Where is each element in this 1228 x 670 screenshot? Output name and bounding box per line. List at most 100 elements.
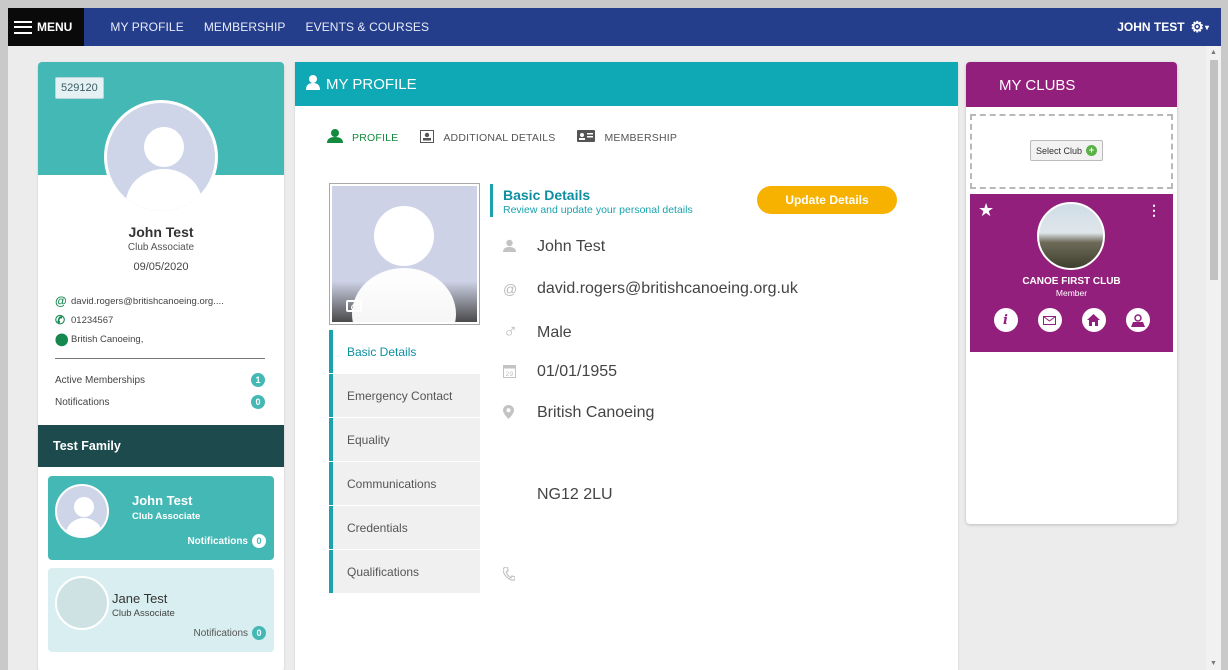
club-logo (1037, 202, 1105, 270)
my-profile-panel: MY PROFILE PROFILE ADDITIONAL DETAILS ME… (295, 62, 958, 670)
user-menu[interactable]: JOHN TEST ⚙ ▾ (1117, 8, 1209, 46)
profile-email-row: @ david.rogers@britishcanoeing.org.... (55, 294, 224, 308)
side-nav-communications[interactable]: Communications (329, 462, 480, 505)
email-icon[interactable] (1037, 308, 1062, 332)
profile-tabs: PROFILE ADDITIONAL DETAILS MEMBERSHIP (327, 128, 699, 147)
phone-icon (502, 566, 537, 584)
avatar (55, 576, 109, 630)
family-member-card[interactable]: Jane Test Club Associate Notifications 0 (48, 568, 274, 652)
side-nav-equality[interactable]: Equality (329, 418, 480, 461)
detail-postcode: NG12 2LU (537, 486, 613, 503)
chevron-down-icon: ▾ (1204, 22, 1209, 32)
family-member-name: Jane Test (112, 591, 168, 606)
my-clubs-panel: MY CLUBS Select Club + ★ ⋮ CANOE FIRST C… (966, 62, 1177, 524)
detail-name: John Test (537, 238, 606, 255)
profile-date: 09/05/2020 (133, 261, 189, 273)
profile-phone: 01234567 (71, 314, 114, 326)
side-nav-qualifications[interactable]: Qualifications (329, 550, 480, 593)
detail-email-row: @ david.rogers@britishcanoeing.org.uk (503, 280, 798, 298)
menu-label: MENU (37, 20, 73, 34)
profile-location: British Canoeing, (71, 333, 144, 345)
notifications-badge: 0 (252, 626, 266, 640)
family-member-role: Club Associate (132, 511, 201, 522)
family-member-notifications: Notifications 0 (187, 534, 266, 548)
select-club-button[interactable]: Select Club + (1030, 140, 1104, 161)
gear-icon: ⚙ (1190, 19, 1204, 36)
at-icon: @ (503, 281, 518, 297)
tab-label: PROFILE (352, 131, 399, 144)
side-nav-credentials[interactable]: Credentials (329, 506, 480, 549)
family-member-notifications: Notifications 0 (194, 626, 266, 640)
location-person-icon[interactable] (1125, 308, 1150, 332)
at-icon: @ (55, 294, 67, 308)
detail-email: david.rogers@britishcanoeing.org.uk (537, 280, 798, 297)
tab-membership[interactable]: MEMBERSHIP (577, 130, 677, 145)
info-icon[interactable]: i (993, 308, 1018, 332)
notifications-row[interactable]: Notifications 0 (55, 395, 265, 409)
scrollbar-thumb[interactable] (1210, 60, 1218, 280)
section-subtitle: Review and update your personal details (503, 204, 693, 216)
more-options-icon[interactable]: ⋮ (1147, 202, 1161, 219)
select-club-area: Select Club + (970, 114, 1173, 189)
nav-link-membership[interactable]: MEMBERSHIP (204, 20, 286, 34)
family-member-card[interactable]: John Test Club Associate Notifications 0 (48, 476, 274, 560)
app-window: MENU MY PROFILE MEMBERSHIP EVENTS & COUR… (8, 8, 1221, 670)
top-navbar: MENU MY PROFILE MEMBERSHIP EVENTS & COUR… (8, 8, 1221, 46)
vertical-scrollbar[interactable]: ▲ ▼ (1206, 46, 1221, 670)
tab-additional-details[interactable]: ADDITIONAL DETAILS (420, 129, 556, 146)
notifications-badge: 0 (252, 534, 266, 548)
section-title: Basic Details (503, 187, 591, 203)
notifications-label: Notifications (55, 396, 110, 408)
active-memberships-row[interactable]: Active Memberships 1 (55, 373, 265, 387)
active-memberships-label: Active Memberships (55, 374, 146, 386)
notifications-badge: 0 (251, 395, 265, 409)
club-name: CANOE FIRST CLUB (1022, 276, 1121, 287)
user-icon (305, 74, 321, 95)
my-clubs-header: MY CLUBS (966, 62, 1177, 107)
family-member-name: John Test (132, 493, 193, 508)
home-icon[interactable] (1081, 308, 1106, 332)
nav-link-events-courses[interactable]: EVENTS & COURSES (306, 20, 430, 34)
tab-profile[interactable]: PROFILE (327, 128, 398, 147)
detail-address-row: British Canoeing (503, 404, 654, 422)
scroll-up-icon[interactable]: ▲ (1210, 49, 1217, 56)
notifications-label: Notifications (187, 535, 248, 547)
profile-photo[interactable] (329, 183, 480, 325)
family-member-role: Club Associate (112, 608, 175, 619)
avatar-silhouette-icon (126, 127, 202, 211)
hamburger-icon (14, 20, 32, 34)
divider (55, 358, 265, 359)
calendar-icon: 29 (503, 364, 537, 381)
plus-icon: + (1086, 145, 1098, 156)
menu-button[interactable]: MENU (8, 8, 85, 46)
star-icon[interactable]: ★ (978, 200, 994, 221)
detail-address: British Canoeing (537, 404, 655, 421)
club-role: Member (1055, 288, 1088, 298)
avatar (104, 100, 218, 214)
user-name: JOHN TEST (1117, 20, 1185, 34)
scroll-down-icon[interactable]: ▼ (1210, 660, 1217, 667)
active-memberships-badge: 1 (251, 373, 265, 387)
profile-photo-placeholder (332, 186, 477, 322)
member-id-badge: 529120 (55, 77, 104, 99)
camera-icon[interactable] (346, 300, 362, 312)
section-accent-bar (490, 184, 493, 217)
user-icon (327, 128, 343, 147)
user-icon (503, 239, 537, 255)
update-details-button[interactable]: Update Details (757, 186, 897, 214)
profile-email: david.rogers@britishcanoeing.org.... (71, 295, 224, 307)
tab-label: ADDITIONAL DETAILS (443, 131, 556, 144)
club-card[interactable]: ★ ⋮ CANOE FIRST CLUB Member i (970, 194, 1173, 352)
detail-dob: 01/01/1955 (537, 363, 618, 380)
side-nav-basic-details[interactable]: Basic Details (329, 330, 480, 373)
profile-summary-card: 529120 John Test Club Associate 09/05/20… (38, 62, 284, 670)
profile-name: John Test (128, 224, 194, 240)
profile-phone-row: ✆ 01234567 (55, 313, 113, 327)
profile-location-row: ⬤ British Canoeing, (55, 332, 143, 346)
details-side-nav: Basic Details Emergency Contact Equality… (329, 330, 480, 594)
side-nav-emergency-contact[interactable]: Emergency Contact (329, 374, 480, 417)
contact-card-icon (420, 129, 435, 146)
nav-link-my-profile[interactable]: MY PROFILE (110, 20, 183, 34)
map-pin-icon: ⬤ (55, 332, 69, 346)
phone-icon: ✆ (55, 313, 66, 327)
